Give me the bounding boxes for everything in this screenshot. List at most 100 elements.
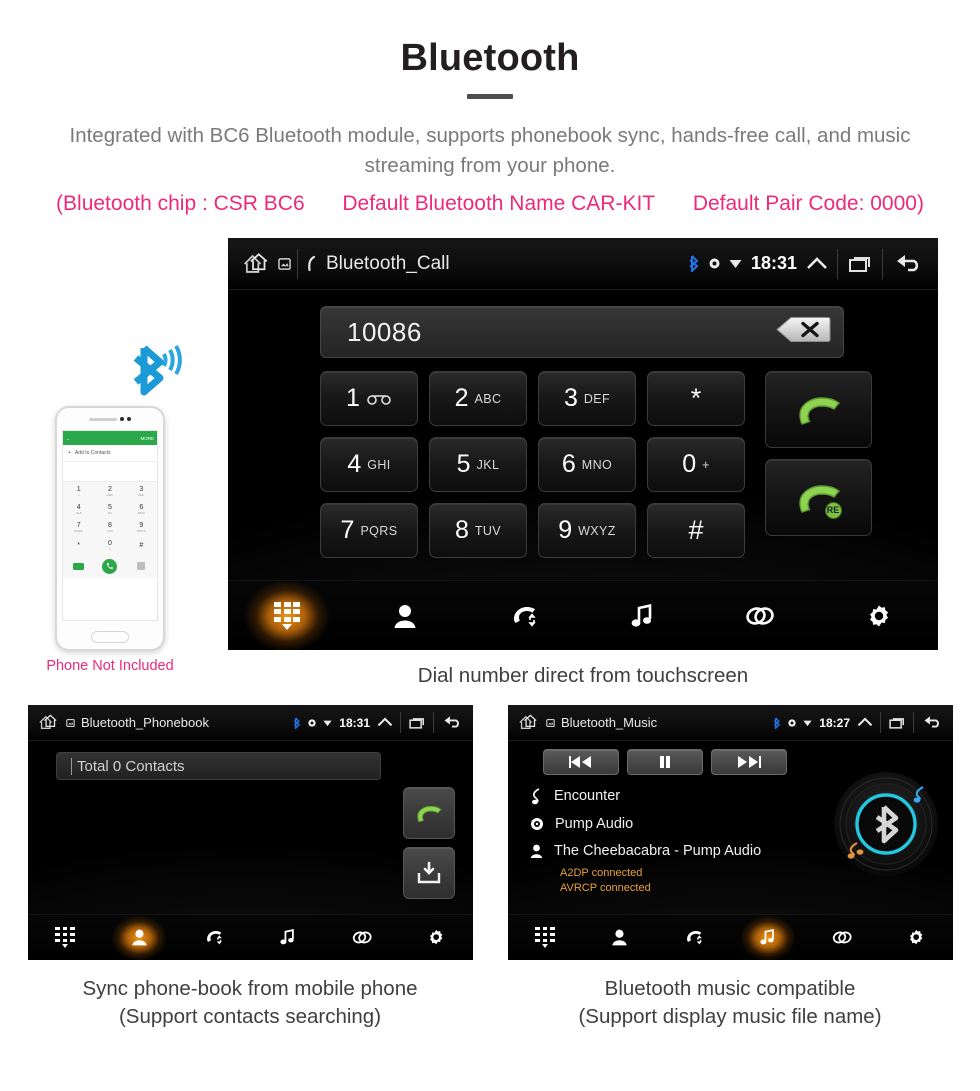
nav-item-call-history[interactable] xyxy=(656,915,730,960)
nav-item-music[interactable] xyxy=(251,915,325,960)
nav-item-music[interactable] xyxy=(583,581,701,650)
key-8[interactable]: 8 TUV xyxy=(429,503,527,558)
nav-item-contacts[interactable] xyxy=(582,915,656,960)
nav-item-call-history[interactable] xyxy=(465,581,583,650)
music-title: Bluetooth_Music xyxy=(561,715,658,730)
settings-icon[interactable] xyxy=(867,604,891,628)
key-9[interactable]: 9 WXYZ xyxy=(538,503,636,558)
nav-item-keypad[interactable] xyxy=(228,581,346,650)
album-art-bluetooth-vinyl xyxy=(827,765,945,888)
phone-more-label: MORE xyxy=(140,435,155,441)
key-6[interactable]: 6 MNO xyxy=(538,437,636,492)
nav-item-contacts[interactable] xyxy=(102,915,176,960)
nav-item-settings[interactable] xyxy=(820,581,938,650)
add-contact-label: Add to Contacts xyxy=(74,450,111,456)
phone-keypad: 1 ∞ 2 ABC 3 DEF 4 GHI 5 JKL 6 MNO 7 PQRS 8 TUV 9 WXYZ * 0 + # xyxy=(63,482,157,554)
key-5[interactable]: 5 JKL xyxy=(429,437,527,492)
music-note-icon xyxy=(530,787,543,805)
recent-apps-icon[interactable] xyxy=(888,716,906,730)
call-button[interactable] xyxy=(765,371,872,448)
previous-button[interactable] xyxy=(543,749,619,775)
call-history-icon[interactable] xyxy=(205,929,223,945)
back-icon[interactable] xyxy=(441,715,463,730)
screenshot-icon[interactable] xyxy=(278,257,291,270)
key-2[interactable]: 2 ABC xyxy=(429,371,527,426)
phone-handset-icon xyxy=(304,255,318,273)
contacts-search-input[interactable]: Total 0 Contacts xyxy=(56,752,381,780)
screenshot-icon[interactable] xyxy=(546,718,555,727)
redial-button[interactable]: RE xyxy=(765,459,872,536)
keypad-icon[interactable] xyxy=(55,926,75,949)
key-star[interactable]: * xyxy=(647,371,745,426)
phonebook-actions[interactable] xyxy=(403,787,455,907)
recent-apps-icon[interactable] xyxy=(408,716,426,730)
pair-icon[interactable] xyxy=(352,930,372,945)
contacts-icon[interactable] xyxy=(132,929,147,946)
home-icon[interactable] xyxy=(518,714,540,731)
keypad-row: 1 2 ABC 3 DEF * xyxy=(320,371,745,426)
track-artist-row: The Cheebacabra - Pump Audio xyxy=(530,843,761,859)
dialer-caption: Dial number direct from touchscreen xyxy=(417,664,749,687)
download-contacts-button[interactable] xyxy=(403,847,455,899)
key-4[interactable]: 4 GHI xyxy=(320,437,418,492)
call-history-icon[interactable] xyxy=(511,604,537,628)
nav-item-pair[interactable] xyxy=(701,581,819,650)
pair-icon[interactable] xyxy=(832,930,852,945)
recent-apps-icon[interactable] xyxy=(847,254,873,274)
music-statusbar-left[interactable] xyxy=(518,714,555,731)
contacts-icon[interactable] xyxy=(612,929,627,946)
dialer-keypad[interactable]: 1 2 ABC 3 DEF * 4 GHI 5 JKL 6 MNO 0 + 7 PQRS 8 TUV 9 WXYZ # xyxy=(320,371,745,569)
redial-badge: RE xyxy=(824,501,842,519)
call-actions[interactable]: RE xyxy=(765,371,872,536)
music-transport-controls[interactable] xyxy=(543,749,787,775)
music-icon[interactable] xyxy=(631,603,653,628)
phone-mockup: ← MORE + Add to Contacts 1 ∞ 2 ABC 3 DEF 4 GHI 5… xyxy=(55,406,165,651)
key-0[interactable]: 0 + xyxy=(647,437,745,492)
back-icon[interactable] xyxy=(892,253,924,275)
chevron-up-icon[interactable] xyxy=(377,716,393,729)
track-album: Pump Audio xyxy=(555,816,634,832)
key-1[interactable]: 1 xyxy=(320,371,418,426)
music-icon[interactable] xyxy=(760,929,775,945)
nav-item-keypad[interactable] xyxy=(508,915,582,960)
next-button[interactable] xyxy=(711,749,787,775)
nav-item-call-history[interactable] xyxy=(176,915,250,960)
backspace-key[interactable] xyxy=(775,315,831,350)
call-history-icon[interactable] xyxy=(685,929,703,945)
screenshot-icon[interactable] xyxy=(66,718,75,727)
nav-item-pair[interactable] xyxy=(325,915,399,960)
key-hash[interactable]: # xyxy=(647,503,745,558)
back-icon[interactable] xyxy=(921,715,943,730)
chevron-up-icon[interactable] xyxy=(857,716,873,729)
pause-button[interactable] xyxy=(627,749,703,775)
settings-icon[interactable] xyxy=(908,929,924,945)
nav-item-music[interactable] xyxy=(731,915,805,960)
nav-item-contacts[interactable] xyxy=(346,581,464,650)
nav-item-settings[interactable] xyxy=(879,915,953,960)
nav-item-pair[interactable] xyxy=(805,915,879,960)
phonebook-statusbar-left[interactable] xyxy=(38,714,75,731)
phonebook-navbar[interactable] xyxy=(28,914,473,960)
statusbar-left-icons[interactable] xyxy=(242,248,318,279)
dialed-number-field[interactable]: 10086 xyxy=(320,306,844,358)
home-icon[interactable] xyxy=(38,714,60,731)
nav-item-keypad[interactable] xyxy=(28,915,102,960)
home-icon[interactable] xyxy=(242,252,272,276)
music-statusbar: Bluetooth_Music 18:27 xyxy=(508,705,953,741)
phone-key-5: 5 JKL xyxy=(107,503,113,515)
key-7[interactable]: 7 PQRS xyxy=(320,503,418,558)
music-icon[interactable] xyxy=(280,929,295,945)
settings-icon[interactable] xyxy=(428,929,444,945)
chevron-up-icon[interactable] xyxy=(806,255,828,273)
nav-item-settings[interactable] xyxy=(399,915,473,960)
contacts-icon[interactable] xyxy=(394,604,416,628)
keypad-icon[interactable] xyxy=(535,926,555,949)
contacts-search-value: Total 0 Contacts xyxy=(77,757,185,775)
keypad-icon[interactable] xyxy=(274,601,301,630)
music-navbar[interactable] xyxy=(508,914,953,960)
pair-icon[interactable] xyxy=(745,605,775,627)
dialer-navbar[interactable] xyxy=(228,580,938,650)
key-3[interactable]: 3 DEF xyxy=(538,371,636,426)
call-button[interactable] xyxy=(403,787,455,839)
text-caret xyxy=(71,757,72,775)
